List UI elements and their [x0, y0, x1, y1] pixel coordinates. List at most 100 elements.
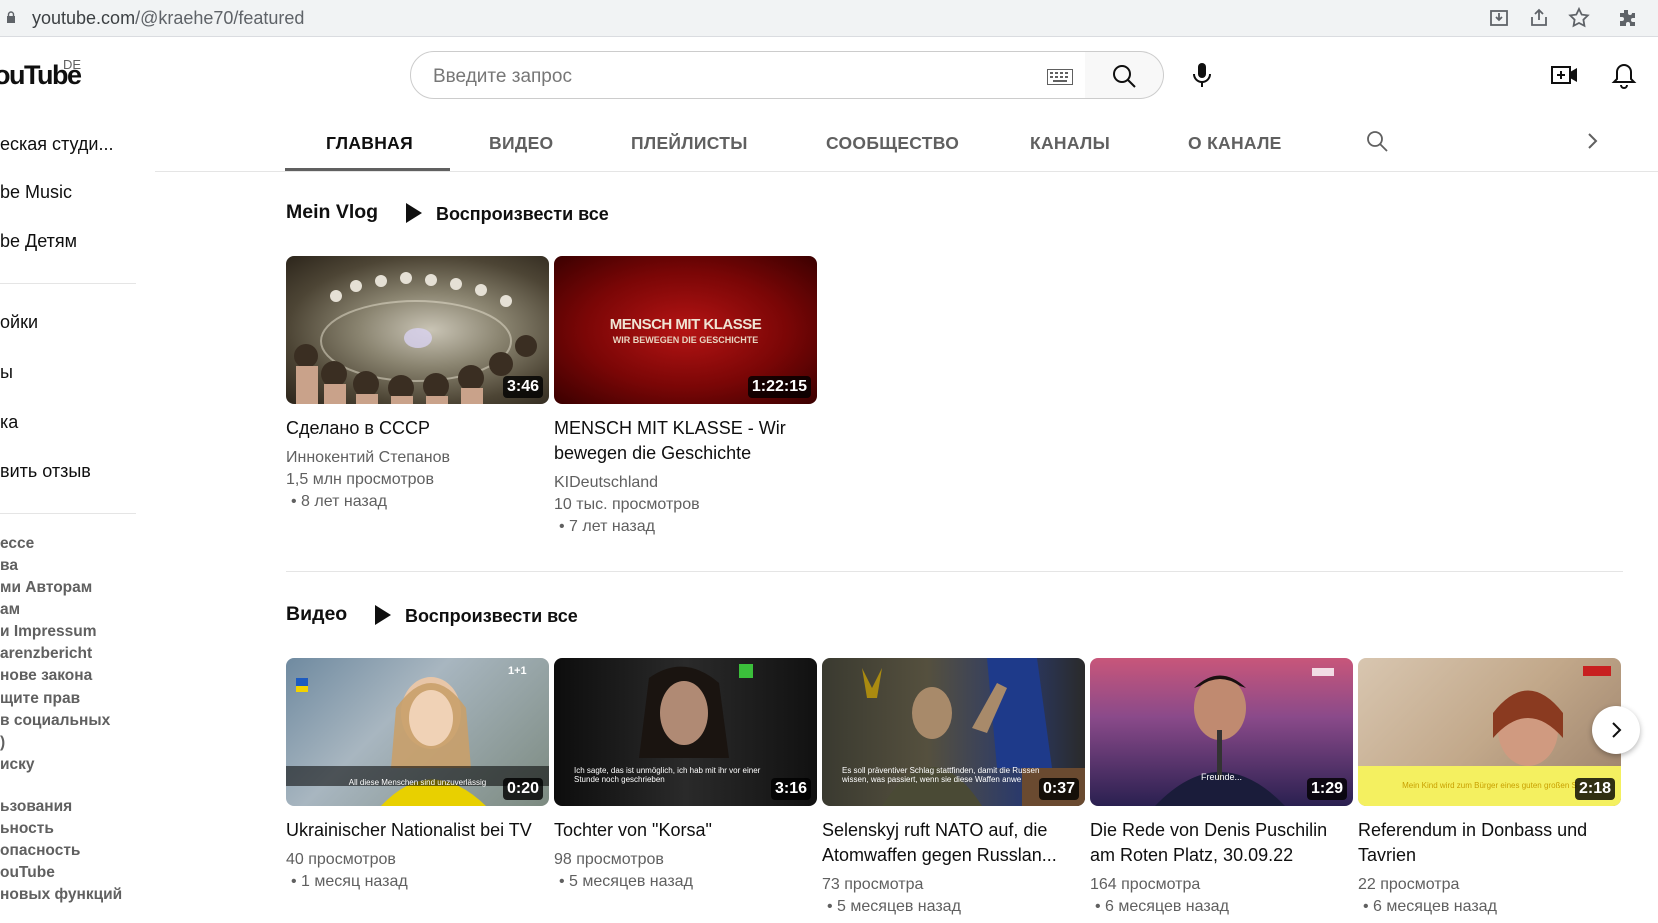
sidebar-item-help[interactable]: ка [0, 412, 18, 433]
video-thumbnail[interactable]: MENSCH MIT KLASSE WIR BEWEGEN DIE GESCHI… [554, 256, 817, 404]
video-metadata: Иннокентий Степанов 1,5 млн просмотров •… [286, 447, 549, 513]
keyboard-icon[interactable] [1047, 69, 1073, 85]
video-title[interactable]: Die Rede von Denis Puschilin am Roten Pl… [1090, 818, 1353, 868]
footer-link[interactable]: и Impressum [0, 623, 97, 641]
install-app-icon[interactable] [1487, 6, 1511, 30]
footer-link[interactable]: ессе [0, 535, 34, 553]
tab-playlists[interactable]: ПЛЕЙЛИСТЫ [631, 133, 748, 154]
footer-link[interactable]: щите прав [0, 690, 80, 708]
video-title[interactable]: MENSCH MIT KLASSE - Wir bewegen die Gesc… [554, 416, 817, 466]
tab-community[interactable]: СООБЩЕСТВО [826, 133, 959, 154]
upload-age: • 5 месяцев назад [827, 898, 961, 915]
play-all-button[interactable]: Воспроизвести все [406, 203, 609, 225]
sidebar-item-youtube-kids[interactable]: be Детям [0, 231, 77, 252]
tab-videos[interactable]: ВИДЕО [489, 133, 553, 154]
chevron-right-icon [1612, 722, 1622, 738]
footer-link[interactable]: в социальных [0, 712, 110, 730]
video-card[interactable]: Ich sagte, das ist unmöglich, ich hab mi… [554, 658, 817, 893]
footer-link[interactable]: ми Авторам [0, 579, 92, 597]
channel-tabs: ГЛАВНАЯ ВИДЕО ПЛЕЙЛИСТЫ СООБЩЕСТВО КАНАЛ… [155, 110, 1658, 172]
upload-age: • 1 месяц назад [291, 873, 408, 890]
url-path: /@kraehe70/featured [135, 8, 305, 28]
footer-link[interactable]: новых функций [0, 886, 122, 904]
sidebar-item-reports[interactable]: ы [0, 362, 13, 383]
sidebar-item-youtube-music[interactable]: be Music [0, 182, 72, 203]
shelf-title[interactable]: Видео [286, 603, 347, 626]
sidebar-item-creator-studio[interactable]: еская студи... [0, 134, 113, 155]
footer-link[interactable]: ва [0, 557, 18, 575]
channel-search-icon[interactable] [1365, 129, 1389, 153]
search-icon [1113, 65, 1136, 88]
sidebar-item-settings[interactable]: ойки [0, 312, 38, 333]
sidebar-divider [0, 283, 136, 284]
share-icon[interactable] [1527, 6, 1551, 30]
video-card[interactable]: 1+1 All diese Menschen sind unzuverlässi… [286, 658, 549, 893]
tab-home[interactable]: ГЛАВНАЯ [326, 133, 413, 154]
channel-name[interactable]: Иннокентий Степанов [286, 447, 549, 469]
video-metadata: 73 просмотра • 5 месяцев назад [822, 874, 1085, 918]
view-count: 40 просмотров [286, 851, 396, 868]
video-title[interactable]: Selenskyj ruft NATO auf, die Atomwaffen … [822, 818, 1085, 868]
video-card[interactable]: 3:46 Сделано в СССР Иннокентий Степанов … [286, 256, 549, 513]
video-thumbnail[interactable]: Ich sagte, das ist unmöglich, ich hab mi… [554, 658, 817, 806]
play-icon [375, 605, 391, 625]
notifications-bell-icon[interactable] [1611, 61, 1637, 91]
thumbnail-subheadline: WIR BEWEGEN DIE GESCHICHTE [612, 335, 759, 345]
search-button[interactable] [1085, 51, 1164, 99]
video-thumbnail[interactable]: Es soll präventiver Schlag stattfinden, … [822, 658, 1085, 806]
tab-about[interactable]: О КАНАЛЕ [1188, 133, 1282, 154]
footer-link[interactable]: arenzbericht [0, 645, 92, 663]
upload-age: • 7 лет назад [559, 518, 655, 535]
view-count: 164 просмотра [1090, 876, 1201, 893]
video-title[interactable]: Tochter von "Korsa" [554, 818, 817, 843]
footer-link[interactable]: ) [0, 734, 5, 752]
video-thumbnail[interactable]: Freunde... 1:29 [1090, 658, 1353, 806]
footer-link[interactable]: ьзования [0, 798, 72, 816]
bookmark-star-icon[interactable] [1567, 6, 1591, 30]
video-thumbnail[interactable]: Mein Kind wird zum Bürger eines guten gr… [1358, 658, 1621, 806]
footer-link[interactable]: ouTube [0, 864, 55, 882]
video-metadata: 98 просмотров • 5 месяцев назад [554, 849, 817, 893]
sidebar-item-feedback[interactable]: вить отзыв [0, 461, 91, 482]
tab-channels[interactable]: КАНАЛЫ [1030, 133, 1110, 154]
shelf-next-button[interactable] [1592, 706, 1640, 754]
view-count: 10 тыс. просмотров [554, 496, 700, 513]
video-card[interactable]: Es soll präventiver Schlag stattfinden, … [822, 658, 1085, 918]
video-thumbnail[interactable]: 1+1 All diese Menschen sind unzuverlässi… [286, 658, 549, 806]
url-host: youtube.com [32, 8, 136, 28]
video-card[interactable]: Freunde... 1:29 Die Rede von Denis Pusch… [1090, 658, 1353, 918]
video-duration: 1:29 [1306, 778, 1347, 800]
footer-link[interactable]: ам [0, 601, 20, 619]
sidebar-divider [0, 513, 136, 514]
video-title[interactable]: Сделано в СССР [286, 416, 549, 441]
footer-link[interactable]: опасность [0, 842, 80, 860]
extensions-icon[interactable] [1615, 6, 1639, 30]
video-title[interactable]: Ukrainischer Nationalist bei TV [286, 818, 549, 843]
video-title[interactable]: Referendum in Donbass und Tavrien [1358, 818, 1621, 868]
footer-link[interactable]: нове закона [0, 667, 92, 685]
video-metadata: 22 просмотра • 6 месяцев назад [1358, 874, 1621, 918]
video-metadata: 164 просмотра • 6 месяцев назад [1090, 874, 1353, 918]
video-card[interactable]: Mein Kind wird zum Bürger eines guten gr… [1358, 658, 1621, 918]
url-text[interactable]: youtube.com/@kraehe70/featured [32, 8, 304, 29]
video-card[interactable]: MENSCH MIT KLASSE WIR BEWEGEN DIE GESCHI… [554, 256, 817, 538]
view-count: 22 просмотра [1358, 876, 1460, 893]
video-thumbnail[interactable]: 3:46 [286, 256, 549, 404]
create-video-icon[interactable] [1550, 61, 1580, 89]
footer-link[interactable]: иску [0, 756, 35, 774]
video-duration: 0:37 [1038, 778, 1079, 800]
video-duration: 1:22:15 [747, 376, 811, 398]
channel-name[interactable]: KIDeutschland [554, 472, 817, 494]
play-all-button[interactable]: Воспроизвести все [375, 605, 578, 627]
footer-link[interactable]: ьность [0, 820, 54, 838]
play-all-label: Воспроизвести все [405, 606, 578, 626]
sidebar: еская студи... be Music be Детям ойки ы … [0, 110, 140, 923]
upload-age: • 8 лет назад [291, 493, 387, 510]
shelf-title[interactable]: Mein Vlog [286, 201, 378, 224]
video-duration: 3:46 [502, 376, 543, 398]
tabs-scroll-right-icon[interactable] [1585, 132, 1599, 150]
browser-address-bar: youtube.com/@kraehe70/featured [0, 0, 1658, 37]
search-input[interactable] [431, 65, 1015, 89]
microphone-icon[interactable] [1188, 60, 1216, 90]
upload-age: • 5 месяцев назад [559, 873, 693, 890]
